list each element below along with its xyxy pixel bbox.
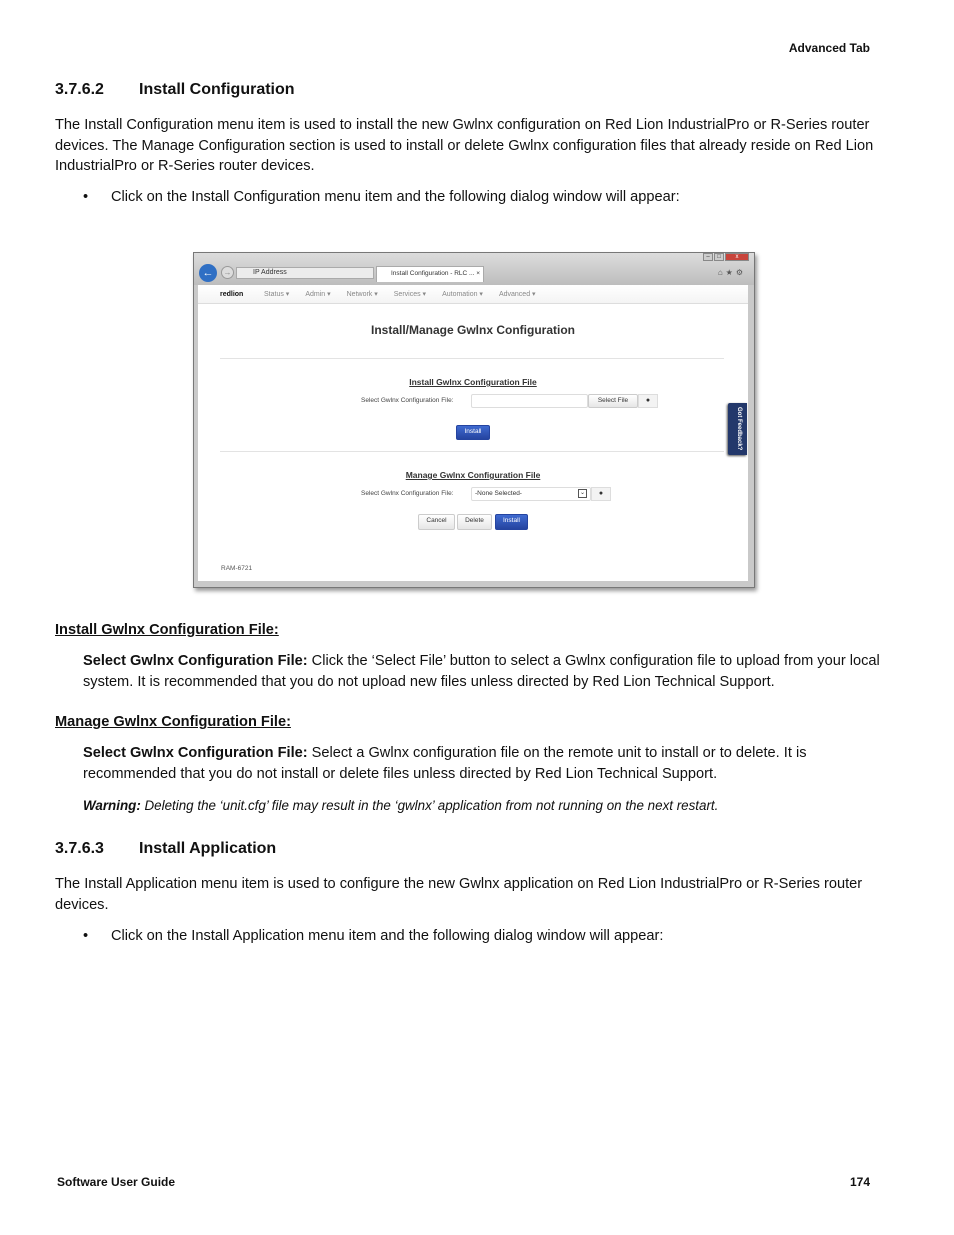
section-heading-install-configuration: 3.7.6.2 Install Configuration (55, 81, 295, 99)
install-section-heading: Install Gwlnx Configuration File (409, 377, 537, 387)
warning-label: Warning: (83, 798, 141, 813)
web-page: redlion Status ▾ Admin ▾ Network ▾ Servi… (198, 285, 748, 581)
section-heading-install-application: 3.7.6.3 Install Application (55, 840, 276, 858)
close-icon: × (476, 270, 481, 277)
bullet-text: Click on the Install Application menu it… (111, 928, 664, 944)
nav-bar: redlion Status ▾ Admin ▾ Network ▾ Servi… (198, 285, 748, 304)
intro-paragraph: The Install Configuration menu item is u… (55, 117, 874, 175)
menu-advanced: Advanced ▾ (498, 291, 536, 298)
section-number: 3.7.6.3 (55, 840, 104, 857)
warning-text: Deleting the ‘unit.cfg’ file may result … (140, 798, 719, 813)
bullet-text: Click on the Install Configuration menu … (111, 189, 680, 205)
bullet-item: • Click on the Install Application menu i… (83, 928, 664, 944)
warning-note: Warning: Deleting the ‘unit.cfg’ file ma… (83, 798, 718, 813)
running-header: Advanced Tab (788, 41, 870, 55)
manage-section-heading: Manage Gwlnx Configuration File (405, 470, 541, 480)
back-arrow-icon: ← (199, 264, 217, 282)
footer-title: Software User Guide (57, 1175, 176, 1189)
close-window-icon: x (725, 253, 749, 261)
menu-automation: Automation ▾ (442, 291, 483, 298)
help-icon: ● (638, 394, 658, 408)
redlion-logo: redlion (220, 290, 244, 298)
forward-arrow-icon: → (221, 266, 234, 279)
install-file-heading: Install Gwlnx Configuration File: (55, 622, 279, 638)
bullet-item: • Click on the Install Configuration menu… (83, 189, 680, 205)
browser-tools-icons: ⌂★⚙ (717, 268, 746, 277)
cancel-button: Cancel (418, 514, 455, 530)
intro-paragraph: The Install Application menu item is use… (55, 876, 863, 913)
file-path-field (471, 394, 588, 408)
config-file-select: -None Selected- ⌄ (471, 487, 591, 501)
divider (220, 451, 724, 452)
feedback-tab: Got Feedback? (728, 403, 747, 455)
maximize-icon: □ (714, 253, 724, 261)
window-controls: – □ x (703, 253, 749, 261)
install-file-paragraph: Select Gwlnx Configuration File: Click t… (83, 651, 903, 692)
dialog-screenshot: ← → IP Address Install Configuration - R… (193, 252, 755, 588)
section-title: Install Configuration (139, 81, 295, 98)
divider (220, 358, 724, 359)
tab-title: Install Configuration - RLC ... (391, 270, 475, 277)
install-button: Install (456, 425, 490, 440)
minimize-icon: – (703, 253, 713, 261)
install-button: Install (495, 514, 528, 530)
section-title: Install Application (139, 840, 277, 857)
model-footer: RAM-6721 (221, 565, 253, 572)
chevron-down-icon: ⌄ (578, 489, 587, 498)
browser-tab: Install Configuration - RLC ... × (376, 266, 484, 282)
select-label: Select Gwlnx Configuration File: (361, 490, 454, 497)
address-bar: IP Address (236, 267, 374, 279)
page-number: 174 (849, 1175, 870, 1189)
delete-button: Delete (457, 514, 492, 530)
menu-services: Services ▾ (393, 291, 427, 298)
manage-file-heading: Manage Gwlnx Configuration File: (55, 714, 291, 730)
page-title: Install/Manage Gwlnx Configuration (370, 323, 575, 337)
menu-admin: Admin ▾ (305, 291, 331, 298)
select-label: Select Gwlnx Configuration File: (361, 397, 454, 404)
manage-file-paragraph: Select Gwlnx Configuration File: Select … (83, 743, 893, 784)
select-value: -None Selected- (475, 490, 522, 497)
help-icon: ● (591, 487, 611, 501)
menu-network: Network ▾ (346, 291, 378, 298)
term: Select Gwlnx Configuration File: (83, 653, 308, 669)
term: Select Gwlnx Configuration File: (83, 745, 308, 761)
section-number: 3.7.6.2 (55, 81, 104, 98)
select-file-button: Select File (588, 394, 638, 408)
browser-chrome: ← → IP Address Install Configuration - R… (194, 253, 754, 285)
menu-status: Status ▾ (264, 291, 290, 298)
